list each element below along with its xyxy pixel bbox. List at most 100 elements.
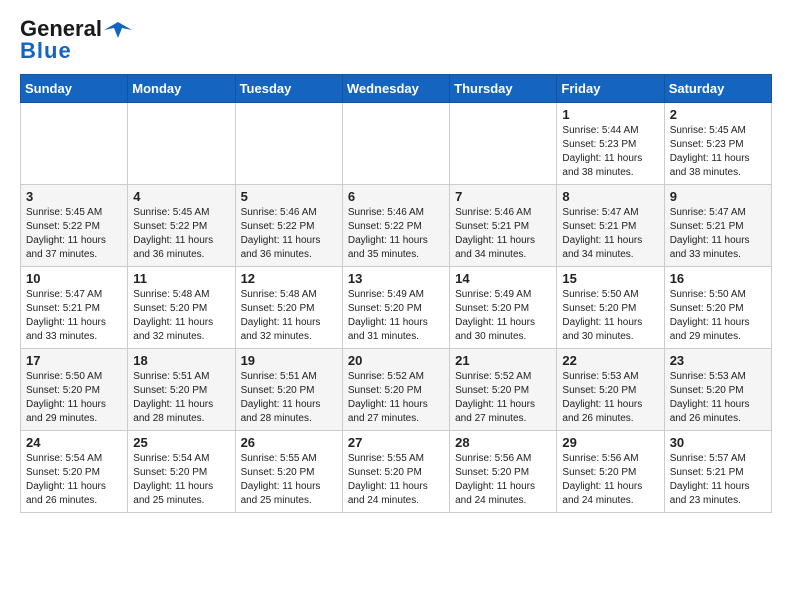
day-number: 20 <box>348 353 444 368</box>
calendar-cell: 1 Sunrise: 5:44 AMSunset: 5:23 PMDaylight… <box>557 103 664 185</box>
day-number: 16 <box>670 271 766 286</box>
calendar-cell: 3 Sunrise: 5:45 AMSunset: 5:22 PMDaylight… <box>21 185 128 267</box>
day-number: 14 <box>455 271 551 286</box>
weekday-wednesday: Wednesday <box>342 75 449 103</box>
day-number: 5 <box>241 189 337 204</box>
header: General Blue <box>20 16 772 64</box>
calendar-cell: 20 Sunrise: 5:52 AMSunset: 5:20 PMDayligh… <box>342 349 449 431</box>
day-info: Sunrise: 5:54 AMSunset: 5:20 PMDaylight:… <box>26 453 106 506</box>
calendar-cell: 2 Sunrise: 5:45 AMSunset: 5:23 PMDaylight… <box>664 103 771 185</box>
calendar-week-5: 24 Sunrise: 5:54 AMSunset: 5:20 PMDayligh… <box>21 431 772 513</box>
weekday-header-row: SundayMondayTuesdayWednesdayThursdayFrid… <box>21 75 772 103</box>
calendar-cell: 6 Sunrise: 5:46 AMSunset: 5:22 PMDaylight… <box>342 185 449 267</box>
day-info: Sunrise: 5:50 AMSunset: 5:20 PMDaylight:… <box>670 289 750 342</box>
day-info: Sunrise: 5:55 AMSunset: 5:20 PMDaylight:… <box>348 453 428 506</box>
weekday-friday: Friday <box>557 75 664 103</box>
day-number: 27 <box>348 435 444 450</box>
weekday-thursday: Thursday <box>450 75 557 103</box>
day-info: Sunrise: 5:51 AMSunset: 5:20 PMDaylight:… <box>241 371 321 424</box>
calendar-cell: 23Sunrise: 5:53 AMSunset: 5:20 PMDayligh… <box>664 349 771 431</box>
calendar-cell: 18 Sunrise: 5:51 AMSunset: 5:20 PMDayligh… <box>128 349 235 431</box>
calendar-cell: 21Sunrise: 5:52 AMSunset: 5:20 PMDayligh… <box>450 349 557 431</box>
calendar-cell: 22 Sunrise: 5:53 AMSunset: 5:20 PMDayligh… <box>557 349 664 431</box>
calendar-cell: 16 Sunrise: 5:50 AMSunset: 5:20 PMDayligh… <box>664 267 771 349</box>
day-number: 15 <box>562 271 658 286</box>
calendar-cell: 5 Sunrise: 5:46 AMSunset: 5:22 PMDaylight… <box>235 185 342 267</box>
logo: General Blue <box>20 16 132 64</box>
day-info: Sunrise: 5:47 AMSunset: 5:21 PMDaylight:… <box>26 289 106 342</box>
weekday-tuesday: Tuesday <box>235 75 342 103</box>
day-info: Sunrise: 5:45 AMSunset: 5:22 PMDaylight:… <box>26 207 106 260</box>
day-number: 10 <box>26 271 122 286</box>
day-number: 30 <box>670 435 766 450</box>
weekday-monday: Monday <box>128 75 235 103</box>
day-info: Sunrise: 5:51 AMSunset: 5:20 PMDaylight:… <box>133 371 213 424</box>
calendar-cell <box>21 103 128 185</box>
day-number: 8 <box>562 189 658 204</box>
day-info: Sunrise: 5:45 AMSunset: 5:23 PMDaylight:… <box>670 125 750 178</box>
day-info: Sunrise: 5:45 AMSunset: 5:22 PMDaylight:… <box>133 207 213 260</box>
day-number: 26 <box>241 435 337 450</box>
calendar-cell: 7 Sunrise: 5:46 AMSunset: 5:21 PMDaylight… <box>450 185 557 267</box>
calendar-cell: 8 Sunrise: 5:47 AMSunset: 5:21 PMDaylight… <box>557 185 664 267</box>
day-number: 6 <box>348 189 444 204</box>
day-number: 25 <box>133 435 229 450</box>
day-info: Sunrise: 5:53 AMSunset: 5:20 PMDaylight:… <box>670 371 750 424</box>
day-info: Sunrise: 5:50 AMSunset: 5:20 PMDaylight:… <box>26 371 106 424</box>
calendar-cell: 29 Sunrise: 5:56 AMSunset: 5:20 PMDayligh… <box>557 431 664 513</box>
day-number: 19 <box>241 353 337 368</box>
day-info: Sunrise: 5:55 AMSunset: 5:20 PMDaylight:… <box>241 453 321 506</box>
weekday-sunday: Sunday <box>21 75 128 103</box>
day-number: 22 <box>562 353 658 368</box>
day-number: 18 <box>133 353 229 368</box>
calendar-cell: 26 Sunrise: 5:55 AMSunset: 5:20 PMDayligh… <box>235 431 342 513</box>
calendar-cell <box>128 103 235 185</box>
day-info: Sunrise: 5:52 AMSunset: 5:20 PMDaylight:… <box>348 371 428 424</box>
calendar-cell: 14 Sunrise: 5:49 AMSunset: 5:20 PMDayligh… <box>450 267 557 349</box>
day-info: Sunrise: 5:52 AMSunset: 5:20 PMDaylight:… <box>455 371 535 424</box>
day-number: 12 <box>241 271 337 286</box>
calendar-cell: 10 Sunrise: 5:47 AMSunset: 5:21 PMDayligh… <box>21 267 128 349</box>
calendar-cell <box>450 103 557 185</box>
logo-blue-text: Blue <box>20 38 72 64</box>
calendar-cell: 30 Sunrise: 5:57 AMSunset: 5:21 PMDayligh… <box>664 431 771 513</box>
day-number: 28 <box>455 435 551 450</box>
calendar-cell: 12 Sunrise: 5:48 AMSunset: 5:20 PMDayligh… <box>235 267 342 349</box>
day-info: Sunrise: 5:47 AMSunset: 5:21 PMDaylight:… <box>670 207 750 260</box>
day-number: 11 <box>133 271 229 286</box>
day-info: Sunrise: 5:46 AMSunset: 5:22 PMDaylight:… <box>348 207 428 260</box>
calendar-cell: 11Sunrise: 5:48 AMSunset: 5:20 PMDayligh… <box>128 267 235 349</box>
day-info: Sunrise: 5:57 AMSunset: 5:21 PMDaylight:… <box>670 453 750 506</box>
day-number: 1 <box>562 107 658 122</box>
calendar-cell: 19 Sunrise: 5:51 AMSunset: 5:20 PMDayligh… <box>235 349 342 431</box>
day-number: 2 <box>670 107 766 122</box>
calendar-cell: 4 Sunrise: 5:45 AMSunset: 5:22 PMDaylight… <box>128 185 235 267</box>
day-info: Sunrise: 5:54 AMSunset: 5:20 PMDaylight:… <box>133 453 213 506</box>
day-info: Sunrise: 5:56 AMSunset: 5:20 PMDaylight:… <box>562 453 642 506</box>
day-info: Sunrise: 5:44 AMSunset: 5:23 PMDaylight:… <box>562 125 642 178</box>
calendar-week-1: 1 Sunrise: 5:44 AMSunset: 5:23 PMDaylight… <box>21 103 772 185</box>
day-info: Sunrise: 5:49 AMSunset: 5:20 PMDaylight:… <box>455 289 535 342</box>
calendar-cell: 24 Sunrise: 5:54 AMSunset: 5:20 PMDayligh… <box>21 431 128 513</box>
day-number: 9 <box>670 189 766 204</box>
day-info: Sunrise: 5:47 AMSunset: 5:21 PMDaylight:… <box>562 207 642 260</box>
day-info: Sunrise: 5:50 AMSunset: 5:20 PMDaylight:… <box>562 289 642 342</box>
day-number: 3 <box>26 189 122 204</box>
weekday-saturday: Saturday <box>664 75 771 103</box>
day-info: Sunrise: 5:48 AMSunset: 5:20 PMDaylight:… <box>241 289 321 342</box>
calendar-week-4: 17Sunrise: 5:50 AMSunset: 5:20 PMDayligh… <box>21 349 772 431</box>
day-number: 4 <box>133 189 229 204</box>
day-info: Sunrise: 5:49 AMSunset: 5:20 PMDaylight:… <box>348 289 428 342</box>
day-info: Sunrise: 5:56 AMSunset: 5:20 PMDaylight:… <box>455 453 535 506</box>
calendar-cell <box>342 103 449 185</box>
calendar-cell: 13Sunrise: 5:49 AMSunset: 5:20 PMDayligh… <box>342 267 449 349</box>
day-info: Sunrise: 5:46 AMSunset: 5:21 PMDaylight:… <box>455 207 535 260</box>
day-number: 24 <box>26 435 122 450</box>
day-info: Sunrise: 5:53 AMSunset: 5:20 PMDaylight:… <box>562 371 642 424</box>
calendar-week-3: 10 Sunrise: 5:47 AMSunset: 5:21 PMDayligh… <box>21 267 772 349</box>
day-number: 7 <box>455 189 551 204</box>
calendar-cell: 17Sunrise: 5:50 AMSunset: 5:20 PMDayligh… <box>21 349 128 431</box>
day-info: Sunrise: 5:46 AMSunset: 5:22 PMDaylight:… <box>241 207 321 260</box>
calendar-cell <box>235 103 342 185</box>
day-number: 29 <box>562 435 658 450</box>
